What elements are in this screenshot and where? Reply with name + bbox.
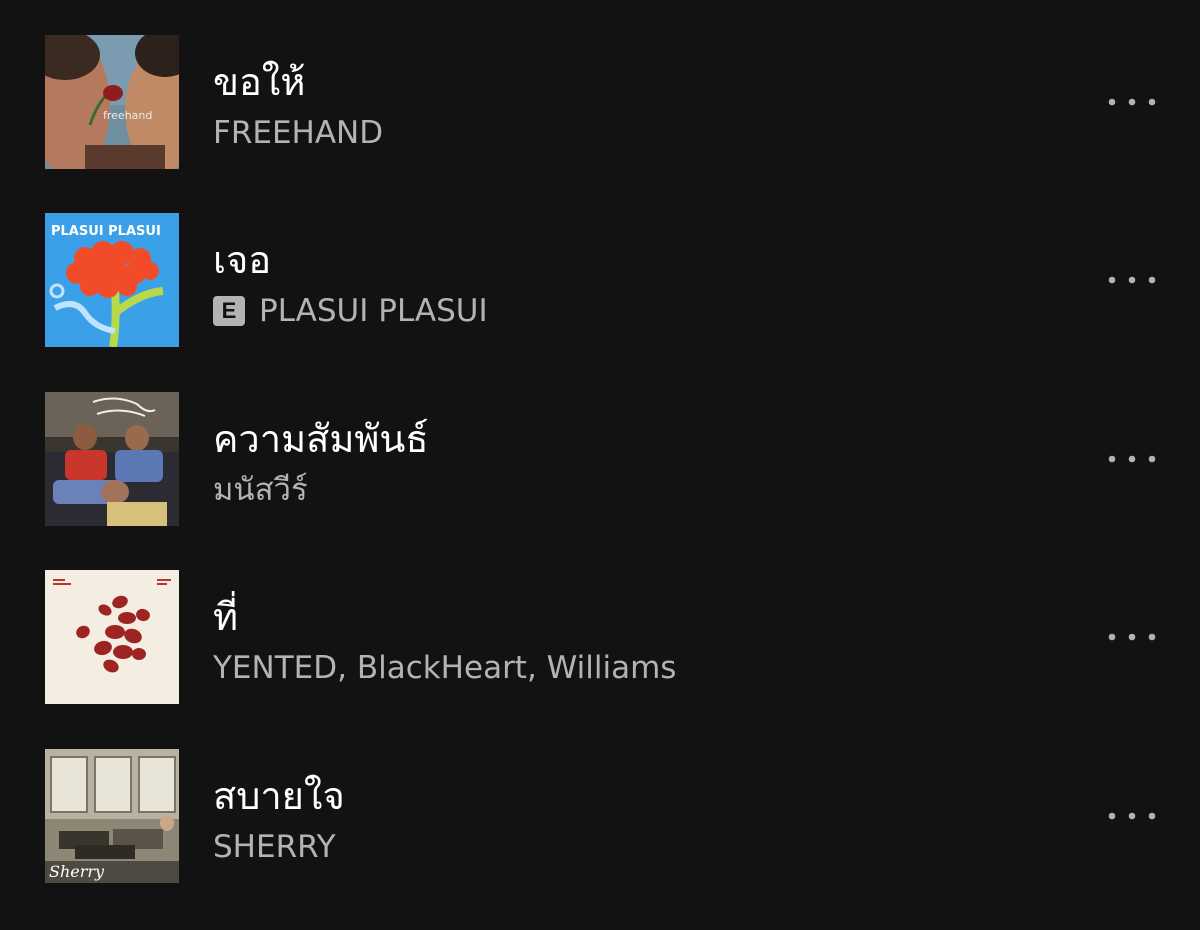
more-options-button[interactable] [1100,85,1164,119]
more-options-button[interactable] [1100,263,1164,297]
album-cover-image: freehand [45,35,179,169]
track-list: freehand ขอให้ FREEHAND PLASUI PLASUI เจ… [0,0,1200,930]
album-cover-image [45,570,179,704]
album-cover-text: PLASUI PLASUI [51,224,161,239]
album-cover-image: Sherry [45,749,179,883]
more-horizontal-icon [1108,812,1156,820]
track-title[interactable]: เจอ [213,237,271,283]
artist-line: มนัสวีร์ [213,470,308,510]
artist-line: YENTED, BlackHeart, Williams [213,648,676,688]
artist-line: FREEHAND [213,113,383,153]
track-row[interactable]: ที่ YENTED, BlackHeart, Williams [0,570,1200,720]
track-row[interactable]: freehand ขอให้ FREEHAND [0,35,1200,185]
track-row[interactable]: ความสัมพันธ์ มนัสวีร์ [0,392,1200,542]
track-artist[interactable]: มนัสวีร์ [213,470,308,510]
album-cover-image [45,392,179,526]
track-artist[interactable]: SHERRY [213,827,336,867]
track-title[interactable]: สบายใจ [213,773,345,819]
artist-line: SHERRY [213,827,336,867]
track-artist[interactable]: YENTED, BlackHeart, Williams [213,648,676,688]
track-artist[interactable]: FREEHAND [213,113,383,153]
more-options-button[interactable] [1100,442,1164,476]
more-options-button[interactable] [1100,620,1164,654]
track-title[interactable]: ความสัมพันธ์ [213,416,429,462]
album-cover-text: freehand [103,109,152,122]
track-title[interactable]: ที่ [213,594,238,640]
more-options-button[interactable] [1100,799,1164,833]
track-row[interactable]: Sherry สบายใจ SHERRY [0,749,1200,899]
track-row[interactable]: PLASUI PLASUI เจอ E PLASUI PLASUI [0,213,1200,363]
more-horizontal-icon [1108,276,1156,284]
explicit-badge: E [213,296,245,326]
track-title[interactable]: ขอให้ [213,59,305,105]
album-cover-text: Sherry [49,862,105,881]
artist-line: E PLASUI PLASUI [213,291,488,331]
more-horizontal-icon [1108,633,1156,641]
track-artist[interactable]: PLASUI PLASUI [259,291,488,331]
more-horizontal-icon [1108,98,1156,106]
more-horizontal-icon [1108,455,1156,463]
album-cover-image: PLASUI PLASUI [45,213,179,347]
